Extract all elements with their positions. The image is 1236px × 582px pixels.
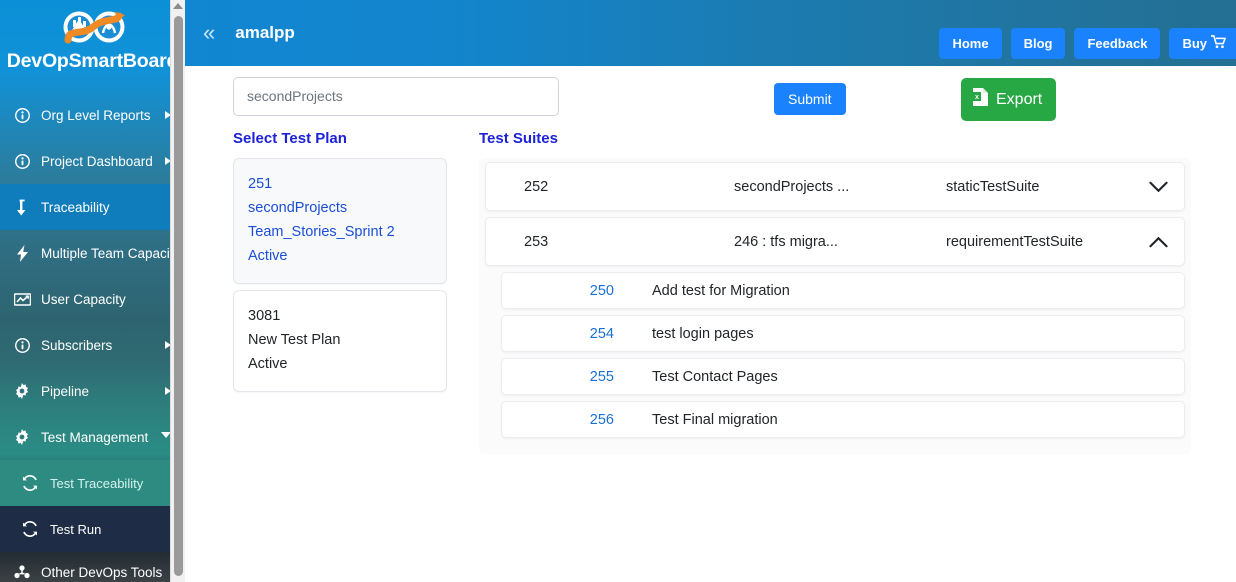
test-case-id: 254 [589,325,614,342]
sidebar-collapse-icon[interactable]: « [203,22,215,44]
sidebar-item-label: Test Run [50,521,102,537]
export-button-label: Export [996,90,1043,108]
project-search-input[interactable] [233,76,559,116]
info-circle-icon [12,336,32,354]
sidebar-item-other-devops-tools[interactable]: Other DevOps Tools [0,552,185,582]
sidebar-item-label: Traceability [41,199,110,215]
tools-icon [12,563,32,581]
sidebar-item-org-level-reports[interactable]: Org Level Reports [0,92,185,138]
test-case-id: 256 [589,411,614,428]
devops-infinity-logo-icon [63,11,125,44]
test-suites-heading: Test Suites [479,130,558,147]
chevron-down-icon[interactable] [1132,181,1184,193]
test-suite-name: secondProjects ... [734,178,850,195]
test-case-id: 255 [589,368,614,385]
gear-icon [12,382,32,400]
test-plan-status: Active [248,248,288,264]
test-plan-id: 251 [248,176,273,192]
test-case-title: Add test for Migration [652,282,790,299]
shopping-cart-icon [1211,35,1227,52]
sidebar-item-pipeline[interactable]: Pipeline [0,368,185,414]
project-title: amalpp [235,23,295,42]
test-case-title: test login pages [652,325,754,342]
sidebar-item-test-management[interactable]: Test Management [0,414,185,460]
test-case-title: Test Final migration [652,411,778,428]
buy-button[interactable]: Buy [1169,28,1236,59]
sidebar-item-label: Test Management [41,429,149,445]
test-suite-row[interactable]: 253 246 : tfs migra... requirementTestSu… [485,217,1185,266]
test-case-row[interactable]: 256 Test Final migration [501,401,1185,438]
controls-row: Submit x Export [185,66,1236,126]
chevron-up-icon[interactable] [1132,236,1184,248]
sidebar-item-label: Pipeline [41,383,90,399]
brand-name: DevOpSmartBoard [6,50,179,72]
test-suite-id: 253 [524,233,549,250]
sidebar-item-test-run[interactable]: Test Run [0,506,185,552]
top-header: « amalpp Home Blog Feedback Buy [185,0,1236,66]
sidebar-item-label: Other DevOps Tools [41,564,163,580]
test-plan-panel: Select Test Plan 251 secondProjects Team… [233,130,447,454]
sidebar-item-label: Test Traceability [50,475,144,491]
main-content: « amalpp Home Blog Feedback Buy Submit x [185,0,1236,582]
test-plan-team: Team_Stories_Sprint 2 [248,224,395,240]
application-root: DevOpSmartBoard Org Level Reports Projec… [0,0,1236,582]
sidebar-nav: Org Level Reports Project Dashboard Trac… [0,92,185,582]
export-button[interactable]: x Export [961,78,1057,121]
test-plan-card[interactable]: 251 secondProjects Team_Stories_Sprint 2… [233,158,447,284]
test-plan-name: New Test Plan [248,332,341,348]
test-plan-id: 3081 [248,308,281,324]
sidebar-item-project-dashboard[interactable]: Project Dashboard [0,138,185,184]
info-circle-icon [12,106,32,124]
test-suite-type: requirementTestSuite [946,233,1084,250]
sidebar-item-traceability[interactable]: Traceability [0,184,185,230]
sidebar-item-label: Org Level Reports [41,107,151,123]
sidebar-item-label: Project Dashboard [41,153,153,169]
test-case-list: 250 Add test for Migration 254 test logi… [479,272,1191,438]
sidebar-scrollbar[interactable] [170,0,185,582]
sidebar-item-subscribers[interactable]: Subscribers [0,322,185,368]
submit-button[interactable]: Submit [774,83,846,115]
test-plan-heading: Select Test Plan [233,130,347,147]
feedback-button[interactable]: Feedback [1074,28,1161,59]
scroll-up-arrow-icon[interactable] [173,3,183,9]
sidebar: DevOpSmartBoard Org Level Reports Projec… [0,0,185,582]
buy-button-label: Buy [1182,36,1207,51]
test-case-row[interactable]: 254 test login pages [501,315,1185,352]
test-suite-row[interactable]: 252 secondProjects ... staticTestSuite [485,162,1185,211]
sidebar-item-label: Multiple Team Capacity [41,245,181,261]
gear-icon [12,428,32,446]
test-plan-status: Active [248,356,288,372]
test-plan-card[interactable]: 3081 New Test Plan Active [233,290,447,392]
test-case-row[interactable]: 255 Test Contact Pages [501,358,1185,395]
chart-icon [12,290,32,308]
test-suites-panel: Test Suites 252 secondProjects ... stati… [479,130,1191,454]
brand-logo[interactable]: DevOpSmartBoard [0,0,185,92]
panels-container: Select Test Plan 251 secondProjects Team… [185,126,1236,454]
excel-file-icon: x [972,87,989,112]
test-case-row[interactable]: 250 Add test for Migration [501,272,1185,309]
sidebar-item-multiple-team-capacity[interactable]: Multiple Team Capacity [0,230,185,276]
test-suite-name: 246 : tfs migra... [734,233,838,250]
test-case-id: 250 [589,282,614,299]
bolt-icon [12,244,32,262]
sidebar-item-label: User Capacity [41,291,126,307]
test-suite-type: staticTestSuite [946,178,1040,195]
sidebar-item-test-traceability[interactable]: Test Traceability [0,460,185,506]
sidebar-item-label: Subscribers [41,337,113,353]
sidebar-item-user-capacity[interactable]: User Capacity [0,276,185,322]
refresh-icon [20,520,40,538]
svg-text:x: x [975,94,979,101]
blog-button[interactable]: Blog [1010,28,1066,59]
test-suites-list: 252 secondProjects ... staticTestSuite 2… [479,158,1191,454]
info-circle-icon [12,152,32,170]
scrollbar-thumb[interactable] [174,16,183,576]
test-case-title: Test Contact Pages [652,368,778,385]
top-nav-buttons: Home Blog Feedback Buy [939,28,1236,59]
refresh-icon [20,474,40,492]
test-suite-id: 252 [524,178,549,195]
home-button[interactable]: Home [939,28,1002,59]
test-plan-project: secondProjects [248,200,348,216]
down-arrow-icon [12,198,32,216]
